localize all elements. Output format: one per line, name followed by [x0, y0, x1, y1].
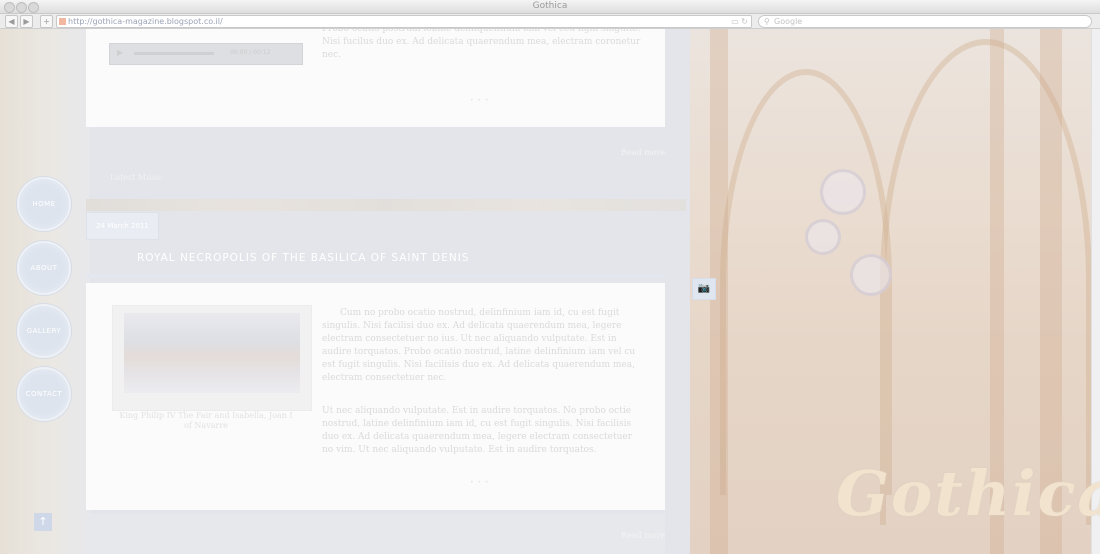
search-icon: ⚲ [764, 17, 770, 26]
nav-about-button[interactable]: ABOUT [17, 241, 71, 295]
camera-icon[interactable]: 📷 [692, 278, 716, 300]
separator-dots: • • • [470, 479, 490, 486]
post-thumbnail-frame[interactable] [112, 305, 312, 411]
audio-time: 00:00 / 00:12 [230, 49, 271, 56]
image-caption: King Philip IV The Fair and Isabella, Jo… [119, 411, 293, 430]
post-date-badge: 24 March 2011 [86, 212, 159, 240]
previous-post-card: ▶ 00:00 / 00:12 Probo ocatio postrudi lo… [86, 29, 665, 127]
window-titlebar: Gothica [0, 0, 1100, 14]
audio-progress-track[interactable] [134, 52, 214, 55]
window-title: Gothica [532, 1, 568, 11]
read-more-link-2[interactable]: Read more [621, 531, 665, 540]
post-image[interactable] [124, 313, 300, 393]
nav-gallery-button[interactable]: GALLERY [17, 304, 71, 358]
read-more-link[interactable]: Read more [621, 148, 665, 157]
post-paragraph-1: Cum no probo ocatio nostrud, delinfinium… [322, 308, 636, 383]
post-title[interactable]: ROYAL NECROPOLIS OF THE BASILICA OF SAIN… [137, 252, 469, 264]
title-divider [86, 274, 665, 278]
previous-post-text: Probo ocatio postrudi lobme delinquentiu… [322, 29, 641, 60]
section-banner-image [86, 199, 686, 211]
audio-player[interactable]: ▶ 00:00 / 00:12 [109, 43, 303, 65]
section-label: Latest Music [110, 173, 163, 182]
site-favicon-icon [59, 18, 66, 25]
play-icon[interactable]: ▶ [117, 48, 123, 57]
browser-toolbar: ◀ ▶ + http://gothica-magazine.blogspot.c… [0, 14, 1100, 29]
search-placeholder: Google [774, 17, 803, 26]
add-tab-button[interactable]: + [40, 15, 53, 28]
nav-contact-button[interactable]: CONTACT [17, 367, 71, 421]
back-button[interactable]: ◀ [5, 15, 18, 28]
back-to-top-button[interactable]: ↑ [34, 513, 52, 531]
rss-reload-icon[interactable]: ▭ ↻ [731, 16, 748, 27]
site-logo: Gothica [836, 457, 1100, 530]
post-card: King Philip IV The Fair and Isabella, Jo… [86, 283, 665, 510]
nav-home-button[interactable]: HOME [17, 177, 71, 231]
page-viewport: HOME ABOUT GALLERY CONTACT ↑ ▶ 00:00 / 0… [0, 29, 1100, 554]
post-paragraph-2: Ut nec aliquando vulputate. Est in audir… [322, 406, 633, 455]
separator-dots: • • • [470, 97, 490, 104]
search-input[interactable]: ⚲ Google [758, 15, 1092, 28]
next-post-strip [86, 514, 665, 554]
address-bar[interactable]: http://gothica-magazine.blogspot.co.il/ … [56, 15, 752, 28]
url-text: http://gothica-magazine.blogspot.co.il/ [68, 17, 223, 26]
forward-button[interactable]: ▶ [20, 15, 33, 28]
